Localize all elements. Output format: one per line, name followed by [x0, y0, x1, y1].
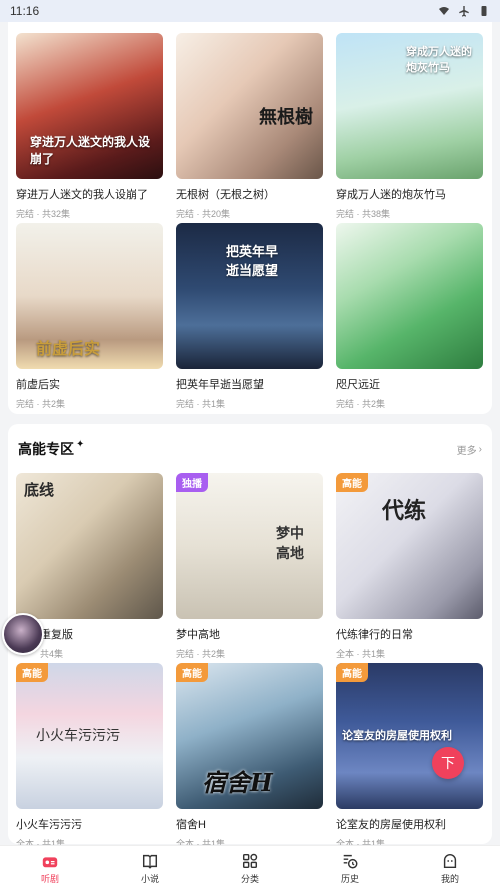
drama-card[interactable]: 把英年早逝当愿望 把英年早逝当愿望 完结 · 共1集 [176, 223, 323, 410]
drama-meta: 共4集 [40, 649, 64, 659]
drama-title: 无根树（无根之树） [176, 189, 275, 201]
nav-label: 我的 [440, 873, 459, 884]
drama-meta: 完结 · 共32集 [16, 209, 71, 219]
bottom-nav: 听剧 小说 分类 历史 我的 [0, 845, 500, 890]
status-bar: 11:16 [0, 0, 500, 22]
sparkle-icon: ✦ [76, 439, 85, 450]
drama-cover[interactable] [336, 223, 483, 369]
more-link[interactable]: 更多 › [457, 442, 482, 457]
nav-item-lishi[interactable]: 历史 [320, 852, 380, 885]
drama-cover[interactable]: 高能 小火车污污污 [16, 663, 163, 809]
wifi-icon [439, 7, 449, 15]
history-icon [343, 854, 358, 868]
status-icons [438, 5, 490, 17]
nav-item-fenlei[interactable]: 分类 [220, 852, 280, 885]
drama-cover[interactable]: 高能 论室友的房屋使用权利 [336, 663, 483, 809]
drama-meta: 完结 · 共20集 [176, 209, 231, 219]
nav-label: 听剧 [40, 873, 59, 884]
drama-meta: 全本 · 共1集 [336, 649, 386, 659]
gaoneng-badge: 高能 [176, 663, 208, 682]
drama-meta: 完结 · 共2集 [176, 649, 226, 659]
drama-card[interactable]: 高能 小火车污污污 小火车污污污 全本 · 共1集 [16, 663, 163, 850]
drama-cover[interactable]: 高能 代练 [336, 473, 483, 619]
drama-meta: 完结 · 共1集 [176, 399, 226, 409]
airplane-icon [459, 6, 469, 17]
grid-icon [242, 853, 258, 868]
drama-cover[interactable]: 無根樹 [176, 33, 323, 179]
drama-card[interactable]: 独播 梦中高地 梦中高地 完结 · 共2集 [176, 473, 323, 660]
drama-title: 梦中高地 [176, 629, 220, 641]
nav-item-tingju[interactable]: 听剧 [20, 852, 80, 885]
top-grid-card: 穿进万人迷文的我人设崩了 穿进万人迷文的我人设崩了 完结 · 共32集 無根樹 … [8, 22, 492, 414]
gaoneng-badge: 高能 [16, 663, 48, 682]
chevron-right-icon: › [478, 443, 482, 455]
drama-card[interactable]: 無根樹 无根树（无根之树） 完结 · 共20集 [176, 33, 323, 220]
status-time: 11:16 [10, 4, 40, 18]
drama-title: 小火车污污污 [16, 819, 82, 831]
nav-label: 小说 [140, 873, 159, 884]
drama-cover[interactable]: 穿进万人迷文的我人设崩了 [16, 33, 163, 179]
drama-cover[interactable]: 穿成万人迷的炮灰竹马 [336, 33, 483, 179]
drama-title: 穿进万人迷文的我人设崩了 [16, 189, 148, 201]
arrow-down-icon: 下 [441, 755, 455, 771]
drama-cover[interactable]: 高能 宿舍H [176, 663, 323, 809]
drama-meta: 完结 · 共2集 [16, 399, 66, 409]
drama-card[interactable]: 穿成万人迷的炮灰竹马 穿成万人迷的炮灰竹马 完结 · 共38集 [336, 33, 483, 220]
back-to-top-button[interactable]: 下 [432, 747, 464, 779]
book-icon [142, 854, 158, 869]
radio-icon [42, 856, 58, 867]
nav-item-wode[interactable]: 我的 [420, 852, 480, 885]
floating-player-avatar[interactable] [2, 613, 44, 655]
nav-item-xiaoshuo[interactable]: 小说 [120, 852, 180, 885]
drama-title: 把英年早逝当愿望 [176, 379, 264, 391]
drama-meta: 完结 · 共38集 [336, 209, 391, 219]
exclusive-badge: 独播 [176, 473, 208, 492]
drama-cover[interactable]: 把英年早逝当愿望 [176, 223, 323, 369]
drama-title: 论室友的房屋使用权利 [336, 819, 446, 831]
gaoneng-section: 高能专区 ✦ 更多 › 底线 重复版 共4集 独播 梦中高地 梦中高地 完结 · 共… [8, 424, 492, 849]
section-title: 高能专区 ✦ [18, 439, 85, 461]
drama-card[interactable]: 高能 宿舍H 宿舍H 全本 · 共1集 [176, 663, 323, 850]
drama-title: 前虚后实 [16, 379, 60, 391]
drama-title: 宿舍H [176, 819, 206, 831]
nav-label: 历史 [340, 873, 359, 884]
battery-icon [481, 6, 487, 16]
drama-meta: 完结 · 共2集 [336, 399, 386, 409]
drama-card[interactable]: 高能 代练 代练律行的日常 全本 · 共1集 [336, 473, 483, 660]
drama-card[interactable]: 前虚后实 前虚后实 完结 · 共2集 [16, 223, 163, 410]
profile-icon [443, 853, 457, 868]
drama-title: 穿成万人迷的炮灰竹马 [336, 189, 446, 201]
gaoneng-badge: 高能 [336, 473, 368, 492]
drama-card[interactable]: 咫尺远近 完结 · 共2集 [336, 223, 483, 410]
drama-card[interactable]: 穿进万人迷文的我人设崩了 穿进万人迷文的我人设崩了 完结 · 共32集 [16, 33, 163, 220]
drama-title: 代练律行的日常 [336, 629, 413, 641]
drama-cover[interactable]: 前虚后实 [16, 223, 163, 369]
drama-title: 咫尺远近 [336, 379, 380, 391]
gaoneng-badge: 高能 [336, 663, 368, 682]
drama-cover[interactable]: 独播 梦中高地 [176, 473, 323, 619]
drama-cover[interactable]: 底线 [16, 473, 163, 619]
nav-label: 分类 [240, 873, 259, 884]
section-header: 高能专区 ✦ 更多 › [18, 438, 482, 461]
